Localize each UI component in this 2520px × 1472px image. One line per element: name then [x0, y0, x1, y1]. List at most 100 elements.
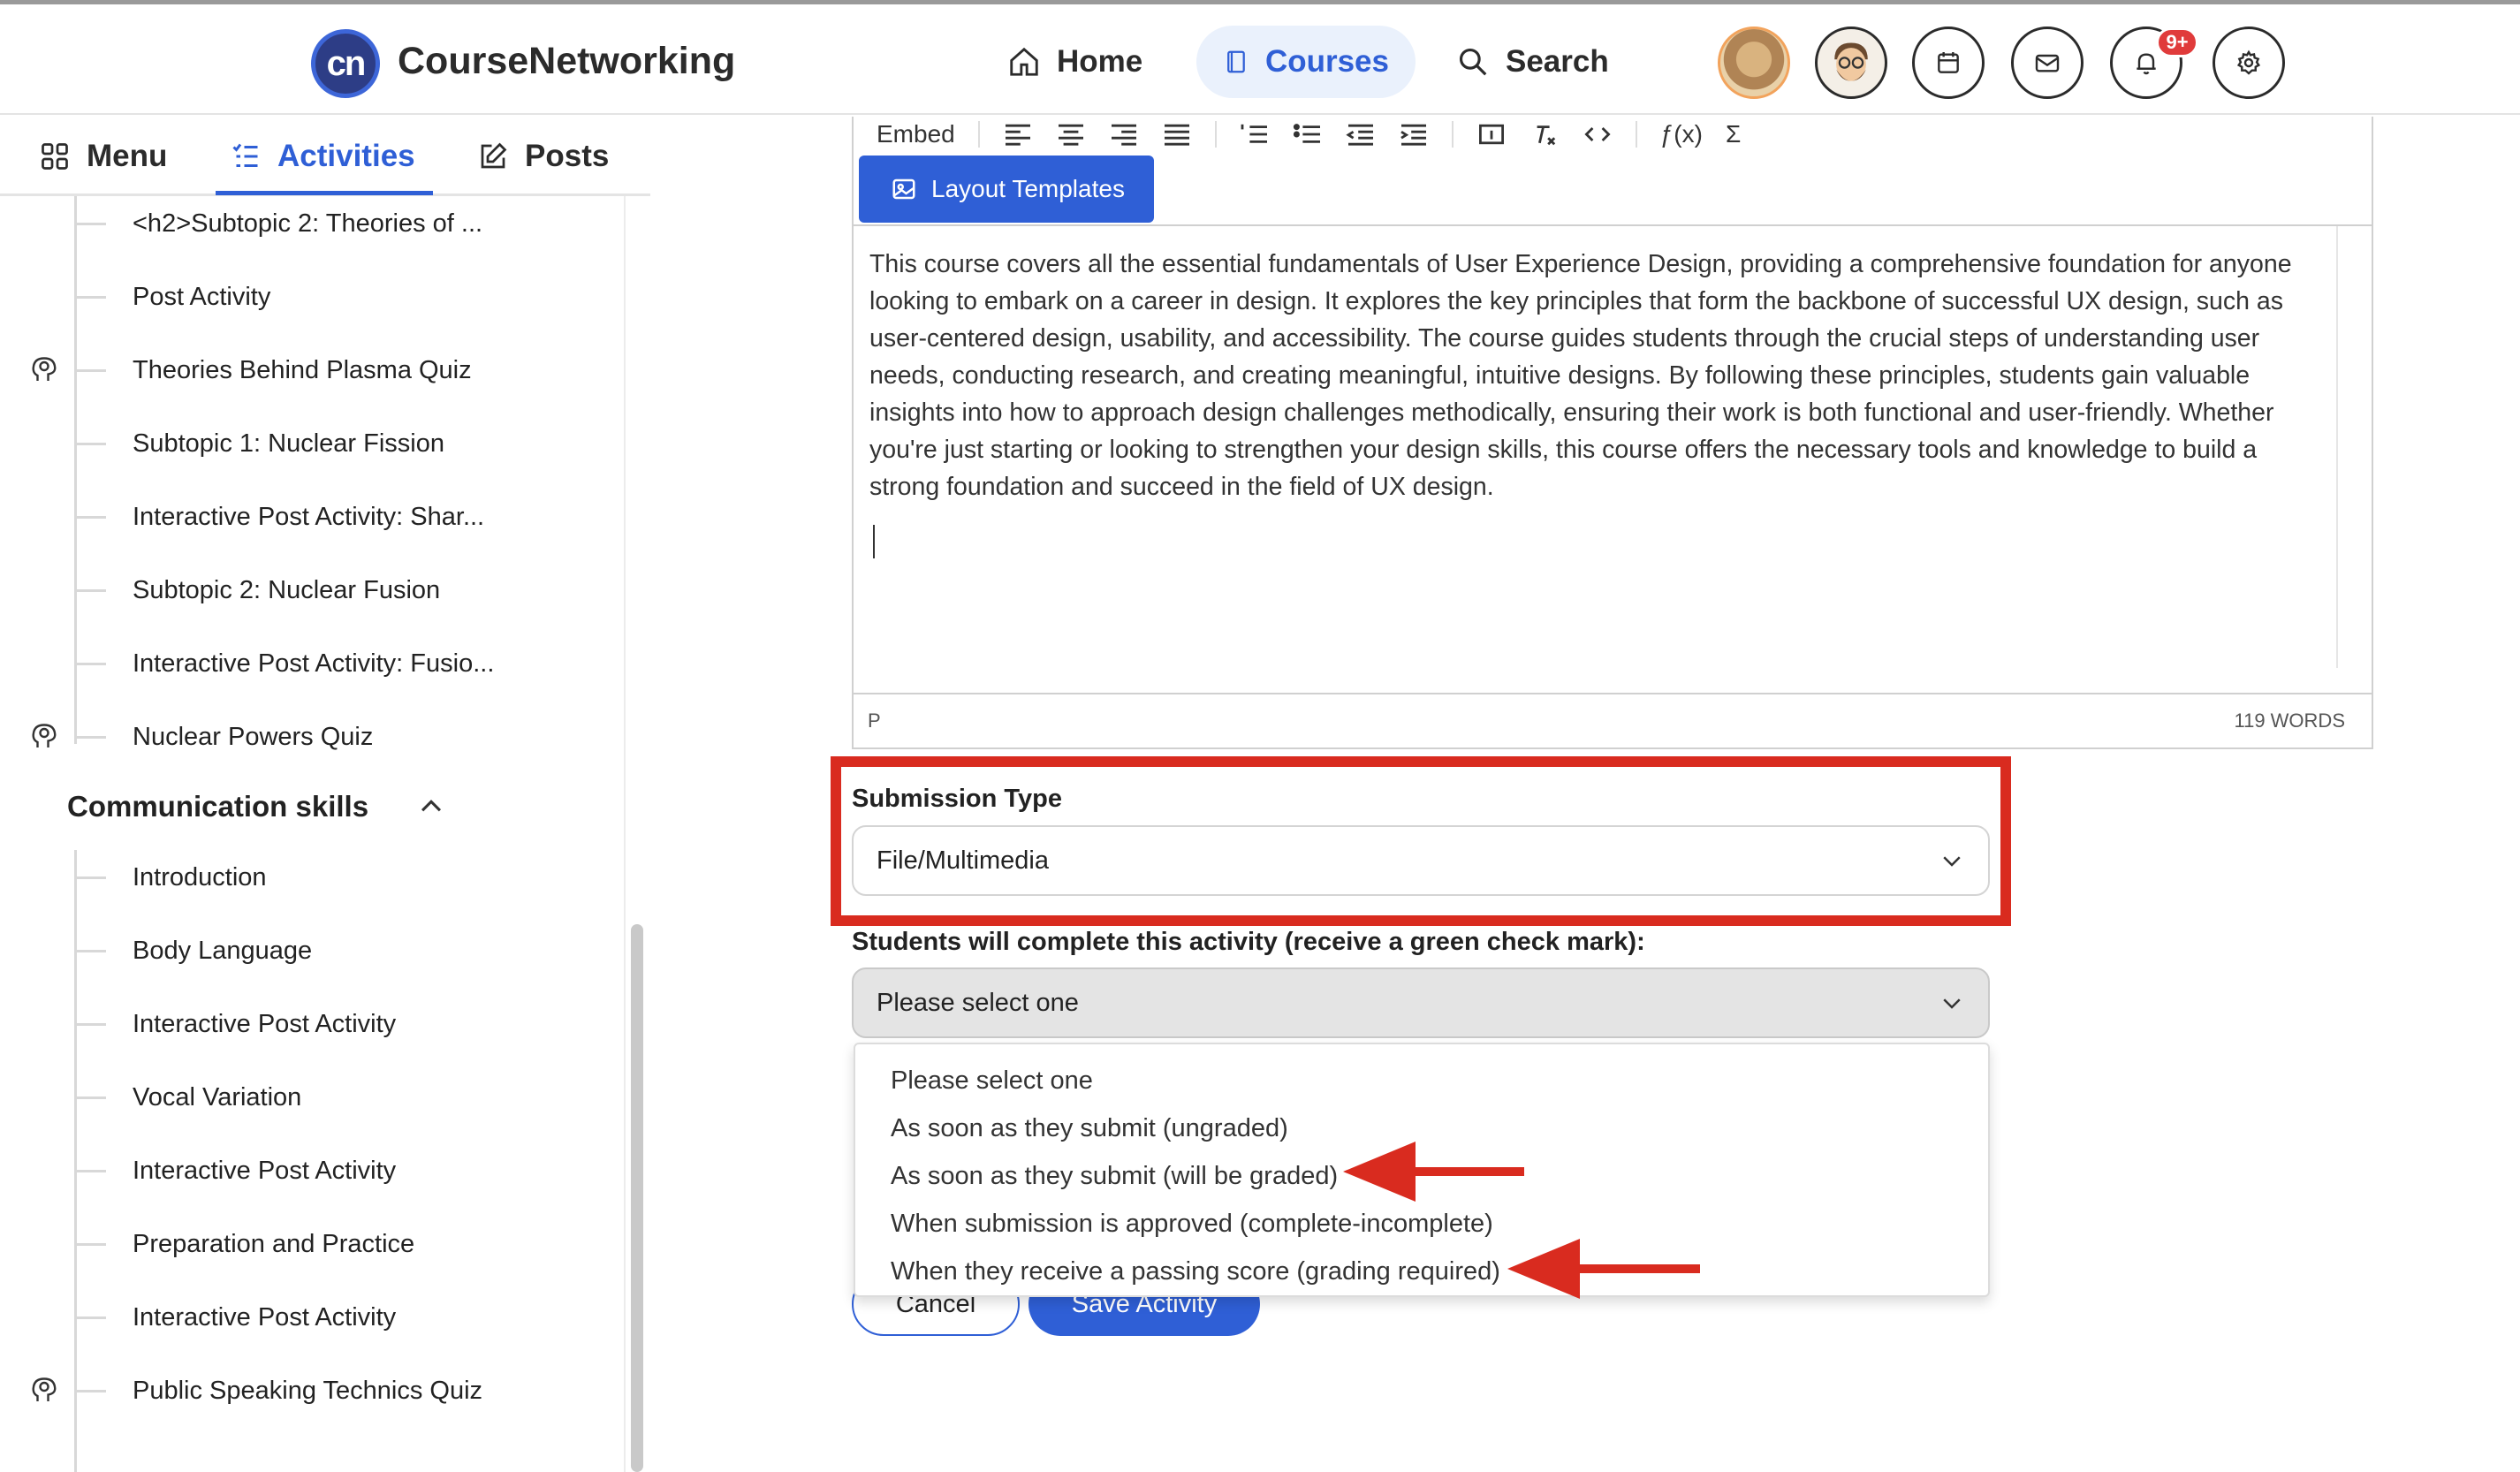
sidebar-item[interactable]: Theories Behind Plasma Quiz: [74, 348, 472, 392]
annotation-arrow-icon: [1507, 1239, 1700, 1299]
completion-label: Students will complete this activity (re…: [852, 928, 1645, 956]
sidebar-item[interactable]: Interactive Post Activity: [74, 1149, 396, 1193]
sidebar-item[interactable]: Nuclear Powers Quiz: [74, 715, 373, 759]
sidebar-item[interactable]: Interactive Post Activity: Shar...: [74, 495, 484, 539]
nav-search[interactable]: Search: [1430, 26, 1636, 98]
rich-text-editor: Embed ƒ(x) Σ Layout Templates This cours…: [852, 117, 2373, 749]
sidebar-item[interactable]: Body Language: [74, 929, 312, 973]
tree-tick: [74, 368, 106, 372]
sidebar-item[interactable]: Public Speaking Technics Quiz: [74, 1369, 482, 1413]
calendar-button[interactable]: [1912, 27, 1985, 99]
insert-textbox-button[interactable]: [1476, 120, 1507, 148]
settings-button[interactable]: [2213, 27, 2285, 99]
formula-button[interactable]: ƒ(x): [1660, 120, 1703, 148]
dropdown-option[interactable]: Please select one: [855, 1057, 1988, 1104]
tab-posts[interactable]: Posts: [477, 133, 609, 180]
sidebar-item[interactable]: Interactive Post Activity: [74, 1002, 396, 1046]
section-header-communication-skills[interactable]: Communication skills: [67, 790, 446, 823]
clear-format-button[interactable]: [1529, 120, 1560, 148]
dropdown-option[interactable]: When they receive a passing score (gradi…: [855, 1248, 1988, 1295]
chevron-up-icon[interactable]: [416, 792, 446, 822]
nav-home[interactable]: Home: [981, 26, 1169, 98]
editor-scrollbar[interactable]: [2336, 226, 2359, 668]
source-code-button[interactable]: [1583, 120, 1613, 148]
indent-button[interactable]: [1399, 120, 1429, 148]
sidebar-item-label: Introduction: [133, 862, 267, 892]
sidebar-item-label: Public Speaking Technics Quiz: [133, 1376, 483, 1405]
sidebar-item[interactable]: Preparation and Practice: [74, 1222, 414, 1266]
tree-tick: [74, 735, 106, 739]
tree-tick: [74, 662, 106, 665]
tree-tick: [74, 876, 106, 879]
messages-button[interactable]: [2011, 27, 2084, 99]
outdent-icon: [1346, 124, 1373, 146]
tab-activities[interactable]: Activities: [230, 133, 415, 180]
toolbar-separator: [1635, 121, 1637, 148]
numbered-list-button[interactable]: [1240, 120, 1270, 148]
code-icon: [1584, 127, 1611, 141]
tree-tick: [74, 295, 106, 299]
sidebar-item-label: <h2>Subtopic 2: Theories of ...: [133, 209, 483, 238]
embed-button[interactable]: Embed: [877, 120, 955, 148]
bullet-list-button[interactable]: [1293, 120, 1323, 148]
tree-tick: [74, 1022, 106, 1026]
home-icon: [1010, 47, 1038, 76]
sidebar-item[interactable]: Interactive Post Activity: Fusio...: [74, 641, 494, 686]
completion-select[interactable]: Please select one: [852, 967, 1990, 1038]
layout-templates-button[interactable]: Layout Templates: [859, 156, 1154, 223]
outdent-button[interactable]: [1346, 120, 1376, 148]
notification-badge: 9+: [2156, 27, 2198, 57]
tab-posts-label: Posts: [525, 139, 610, 173]
quiz-brain-icon: [32, 357, 57, 381]
chevron-down-icon: [1943, 998, 1961, 1009]
submission-type-value: File/Multimedia: [877, 846, 1049, 875]
edit-icon: [481, 142, 507, 169]
layout-templates-label: Layout Templates: [931, 175, 1125, 202]
profile-avatar[interactable]: [1815, 27, 1887, 99]
sidebar-scrollbar-thumb[interactable]: [631, 924, 643, 1472]
submission-type-select[interactable]: File/Multimedia: [852, 825, 1990, 896]
align-center-icon: [1058, 124, 1083, 146]
nav-courses-label: Courses: [1264, 44, 1389, 79]
tree-tick: [74, 1096, 106, 1099]
numbered-list-icon: [1241, 124, 1267, 143]
brand-name[interactable]: CourseNetworking: [398, 40, 735, 83]
sidebar-item-label: Interactive Post Activity: [133, 1302, 397, 1332]
sidebar-item[interactable]: Subtopic 1: Nuclear Fission: [74, 421, 444, 466]
quiz-brain-icon: [32, 724, 57, 747]
book-icon: [1227, 50, 1245, 73]
sidebar-item-label: Nuclear Powers Quiz: [133, 722, 374, 751]
image-icon: [892, 178, 915, 200]
sidebar-item[interactable]: Subtopic 2: Nuclear Fusion: [74, 568, 440, 612]
sidebar-item[interactable]: Vocal Variation: [74, 1075, 301, 1119]
tab-menu[interactable]: Menu: [39, 133, 167, 180]
editor-content[interactable]: This course covers all the essential fun…: [869, 246, 2319, 505]
element-path[interactable]: P: [868, 709, 881, 732]
editor-statusbar: P 119 WORDS: [854, 693, 2372, 747]
indent-icon: [1400, 124, 1426, 146]
tree-tick: [74, 222, 106, 225]
sidebar-tabs: Menu Activities Posts: [0, 117, 650, 196]
sidebar-item-label: Interactive Post Activity: [133, 1156, 397, 1185]
align-center-button[interactable]: [1056, 120, 1086, 148]
align-right-button[interactable]: [1109, 120, 1139, 148]
sidebar-item[interactable]: Interactive Post Activity: [74, 1295, 396, 1339]
sidebar-item[interactable]: Post Activity: [74, 275, 270, 319]
tab-activities-label: Activities: [277, 139, 415, 173]
sum-button[interactable]: Σ: [1726, 120, 1741, 148]
sidebar-item[interactable]: <h2>Subtopic 2: Theories of ...: [74, 201, 482, 246]
dropdown-option[interactable]: When submission is approved (complete-in…: [855, 1200, 1988, 1248]
tree-tick: [74, 1242, 106, 1246]
sidebar-item[interactable]: Introduction: [74, 855, 267, 899]
quiz-brain-icon: [32, 1377, 57, 1401]
gear-icon: [2236, 49, 2261, 75]
user-avatar[interactable]: [1718, 27, 1790, 99]
annotation-arrow-icon: [1343, 1142, 1524, 1202]
justify-button[interactable]: [1162, 120, 1192, 148]
tree-tick: [74, 949, 106, 952]
align-left-button[interactable]: [1003, 120, 1033, 148]
nav-courses[interactable]: Courses: [1196, 26, 1416, 98]
logo[interactable]: cn: [311, 29, 380, 98]
toolbar-divider: [854, 224, 2372, 226]
sidebar-item-label: Interactive Post Activity: Fusio...: [133, 649, 495, 678]
